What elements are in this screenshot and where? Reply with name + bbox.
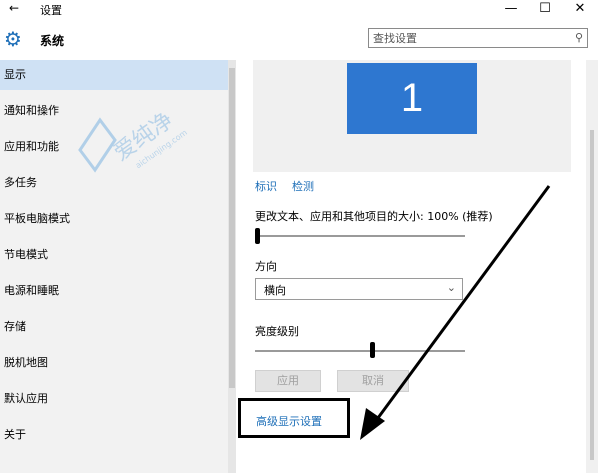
sidebar-item-power-sleep[interactable]: 电源和睡眠 [0,276,228,306]
scale-label: 更改文本、应用和其他项目的大小: 100% (推荐) [255,210,493,223]
scale-slider-thumb[interactable] [255,228,260,244]
sidebar-item-display[interactable]: 显示 [0,60,228,90]
chevron-down-icon: ⌄ [446,281,456,294]
sidebar: 显示 通知和操作 应用和功能 多任务 平板电脑模式 节电模式 电源和睡眠 存储 … [0,60,228,473]
sidebar-scrollbar[interactable] [228,60,236,473]
detect-link[interactable]: 检测 [292,178,314,194]
sidebar-item-offline-maps[interactable]: 脱机地图 [0,348,228,378]
brightness-slider-track[interactable] [255,350,465,352]
gear-icon: ⚙ [4,27,22,51]
apply-button[interactable]: 应用 [255,370,321,392]
page-header: ⚙ 系统 ⚲ [0,18,598,60]
highlight-box [238,398,350,438]
page-title: 系统 [40,34,65,48]
orientation-label: 方向 [255,260,277,273]
back-arrow-icon[interactable]: ← [6,0,22,18]
sidebar-scroll-thumb[interactable] [229,68,235,388]
window-title: 设置 [40,4,62,17]
sidebar-item-storage[interactable]: 存储 [0,312,228,342]
sidebar-item-notifications[interactable]: 通知和操作 [0,96,228,126]
sidebar-item-about[interactable]: 关于 [0,420,228,450]
scale-slider-track[interactable] [255,235,465,237]
orientation-value: 横向 [264,284,286,297]
sidebar-item-battery-saver[interactable]: 节电模式 [0,240,228,270]
search-icon[interactable]: ⚲ [575,31,583,44]
close-button[interactable]: ✕ [565,0,595,18]
identify-link[interactable]: 标识 [255,178,277,194]
content-scrollbar[interactable] [586,60,598,473]
brightness-label: 亮度级别 [255,325,299,338]
sidebar-item-tablet-mode[interactable]: 平板电脑模式 [0,204,228,234]
display-preview-area: 1 [253,60,571,172]
sidebar-item-multitasking[interactable]: 多任务 [0,168,228,198]
maximize-button[interactable]: ☐ [530,0,560,18]
sidebar-item-apps[interactable]: 应用和功能 [0,132,228,162]
content-scroll-thumb[interactable] [590,130,594,460]
cancel-button[interactable]: 取消 [337,370,409,392]
search-box[interactable]: ⚲ [368,28,588,48]
sidebar-item-default-apps[interactable]: 默认应用 [0,384,228,414]
brightness-slider-thumb[interactable] [369,342,375,358]
search-input[interactable] [373,29,563,47]
monitor-tile[interactable]: 1 [347,63,477,134]
minimize-button[interactable]: — [496,0,526,18]
title-bar: ← 设置 — ☐ ✕ [0,0,598,18]
orientation-dropdown[interactable]: 横向 ⌄ [255,278,463,300]
